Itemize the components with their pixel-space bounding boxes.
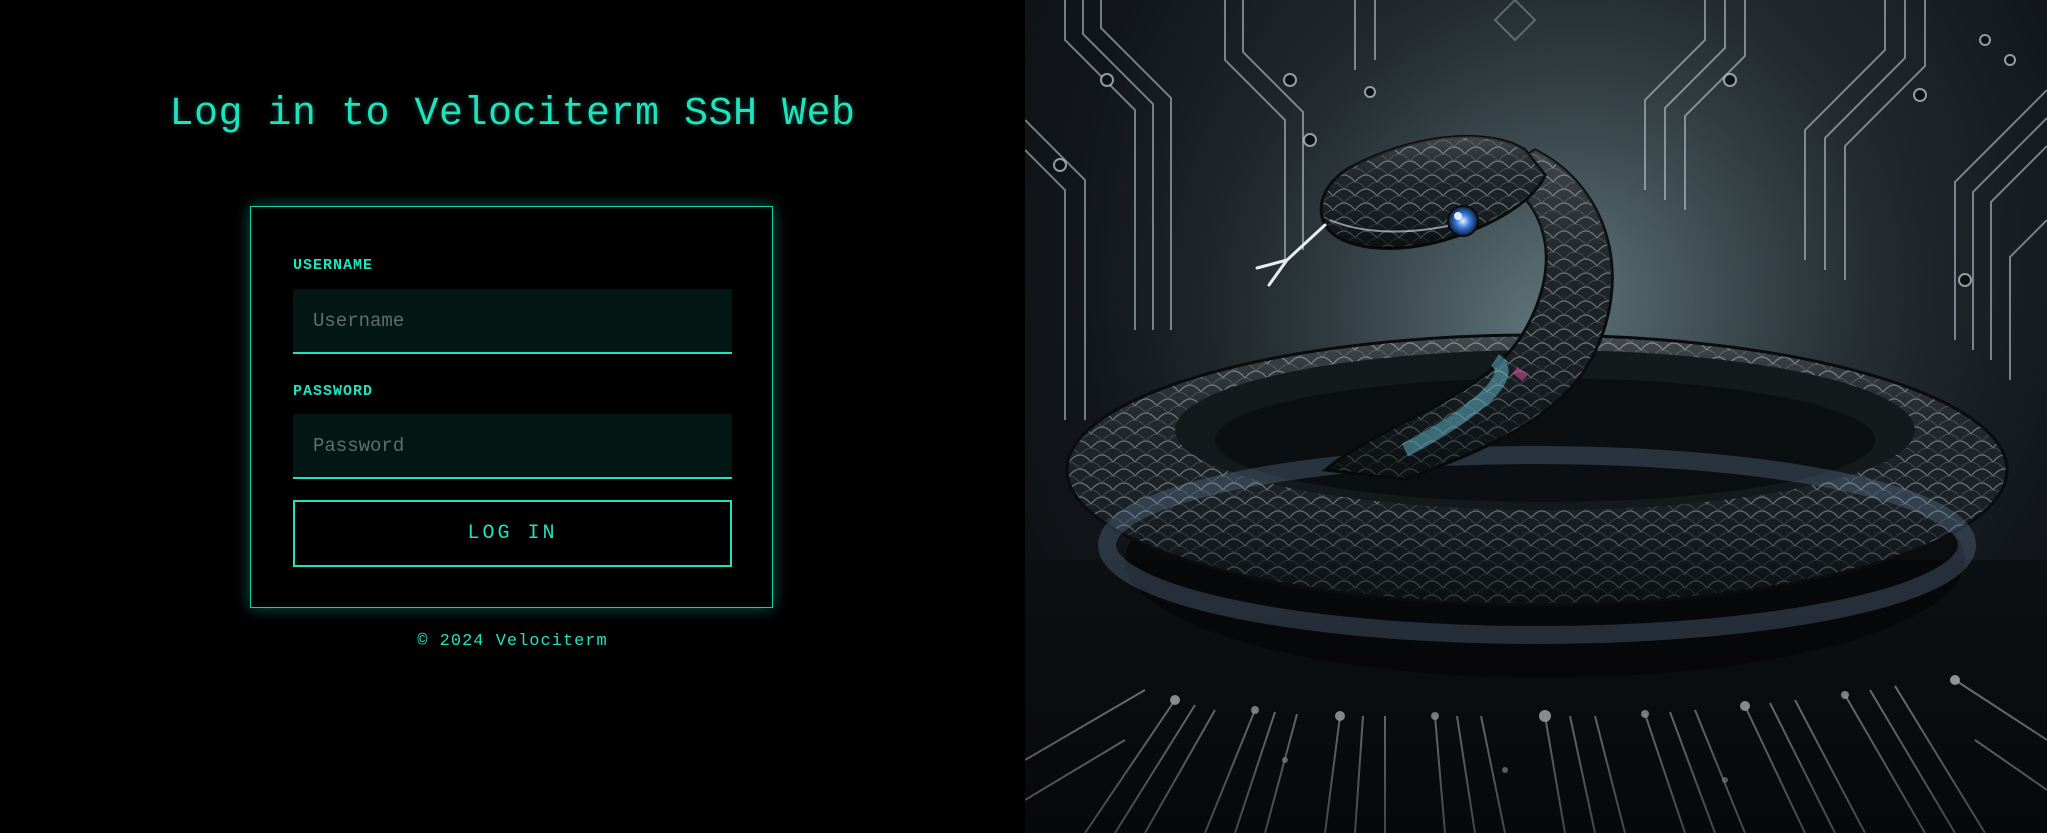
page-title: Log in to Velociterm SSH Web <box>169 92 856 137</box>
footer-copyright: © 2024 Velociterm <box>417 632 608 651</box>
login-panel: Log in to Velociterm SSH Web USERNAME PA… <box>0 0 1025 833</box>
login-form: USERNAME PASSWORD LOG IN <box>250 206 773 608</box>
password-label: PASSWORD <box>293 383 374 400</box>
login-button[interactable]: LOG IN <box>293 500 732 567</box>
login-page: Log in to Velociterm SSH Web USERNAME PA… <box>0 0 2047 833</box>
snake-on-circuit-board-image <box>1025 0 2047 833</box>
username-input[interactable] <box>293 289 732 354</box>
username-label: USERNAME <box>293 257 374 274</box>
snake-illustration <box>1025 0 2047 833</box>
password-input[interactable] <box>293 414 732 479</box>
